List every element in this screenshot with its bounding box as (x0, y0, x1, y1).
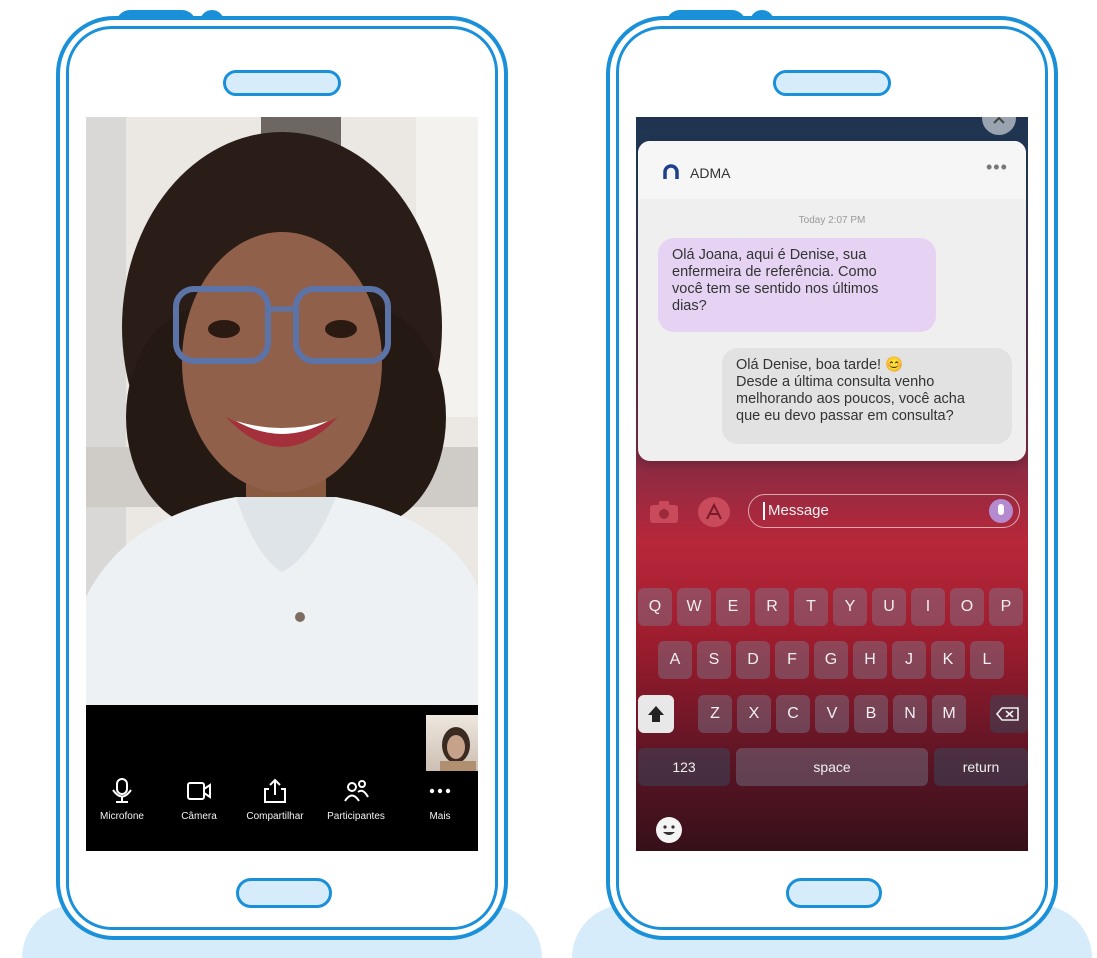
space-key[interactable]: space (736, 748, 928, 786)
camera-icon[interactable] (648, 499, 680, 530)
key-l[interactable]: L (970, 641, 1004, 679)
received-message-bubble: Olá Joana, aqui é Denise, sua enfermeira… (658, 238, 936, 332)
message-placeholder: Message (768, 502, 829, 519)
key-q[interactable]: Q (638, 588, 672, 626)
key-n[interactable]: N (893, 695, 927, 733)
participants-icon (344, 780, 369, 802)
key-v[interactable]: V (815, 695, 849, 733)
key-r[interactable]: R (755, 588, 789, 626)
left-phone-speaker (223, 70, 341, 96)
camera-icon (187, 782, 211, 800)
key-w[interactable]: W (677, 588, 711, 626)
microphone-label: Microfone (100, 811, 144, 822)
key-p[interactable]: P (989, 588, 1023, 626)
message-notification-card: ADMA ••• Today 2:07 PM Olá Joana, aqui é… (638, 141, 1026, 461)
share-button[interactable]: Compartilhar (236, 777, 314, 822)
key-t[interactable]: T (794, 588, 828, 626)
more-label: Mais (429, 811, 451, 822)
app-store-icon[interactable] (698, 497, 730, 527)
more-button[interactable]: Mais (401, 777, 478, 822)
microphone-icon[interactable] (989, 499, 1013, 523)
key-m[interactable]: M (932, 695, 966, 733)
right-phone-home-button[interactable] (786, 878, 882, 908)
video-feed (86, 117, 478, 705)
share-label: Compartilhar (246, 811, 304, 822)
message-input[interactable]: Message (748, 494, 1020, 528)
return-key[interactable]: return (934, 748, 1028, 786)
key-u[interactable]: U (872, 588, 906, 626)
camera-label: Câmera (181, 811, 217, 822)
more-icon (429, 788, 451, 794)
key-j[interactable]: J (892, 641, 926, 679)
key-d[interactable]: D (736, 641, 770, 679)
shift-key[interactable] (638, 695, 674, 733)
key-e[interactable]: E (716, 588, 750, 626)
key-s[interactable]: S (697, 641, 731, 679)
key-f[interactable]: F (775, 641, 809, 679)
key-h[interactable]: H (853, 641, 887, 679)
caller-video-image (86, 117, 478, 705)
numbers-key[interactable]: 123 (638, 748, 730, 786)
more-options-icon[interactable]: ••• (986, 157, 1008, 178)
self-view-thumbnail[interactable] (426, 715, 478, 771)
share-icon (264, 778, 286, 803)
participants-label: Participantes (327, 811, 385, 822)
text-cursor (763, 502, 765, 520)
key-x[interactable]: X (737, 695, 771, 733)
right-phone-speaker (773, 70, 891, 96)
participants-button[interactable]: Participantes (317, 777, 395, 822)
notification-header: ADMA ••• (638, 141, 1026, 199)
key-i[interactable]: I (911, 588, 945, 626)
backspace-key[interactable] (990, 695, 1028, 733)
key-g[interactable]: G (814, 641, 848, 679)
close-icon[interactable] (982, 117, 1016, 135)
message-timestamp: Today 2:07 PM (798, 215, 866, 226)
app-name: ADMA (690, 165, 731, 181)
sent-message-bubble: Olá Denise, boa tarde! 😊 Desde a última … (722, 348, 1012, 444)
left-phone-home-button[interactable] (236, 878, 332, 908)
microphone-button[interactable]: Microfone (86, 777, 161, 822)
key-z[interactable]: Z (698, 695, 732, 733)
key-y[interactable]: Y (833, 588, 867, 626)
video-call-screen: Microfone Câmera Compartilhar Participan… (86, 117, 478, 851)
key-o[interactable]: O (950, 588, 984, 626)
key-b[interactable]: B (854, 695, 888, 733)
key-a[interactable]: A (658, 641, 692, 679)
messaging-screen: ADMA ••• Today 2:07 PM Olá Joana, aqui é… (636, 117, 1028, 851)
camera-button[interactable]: Câmera (160, 777, 238, 822)
emoji-icon[interactable] (656, 817, 682, 843)
adma-logo-icon (663, 164, 679, 179)
key-c[interactable]: C (776, 695, 810, 733)
key-k[interactable]: K (931, 641, 965, 679)
microphone-icon (112, 778, 132, 803)
